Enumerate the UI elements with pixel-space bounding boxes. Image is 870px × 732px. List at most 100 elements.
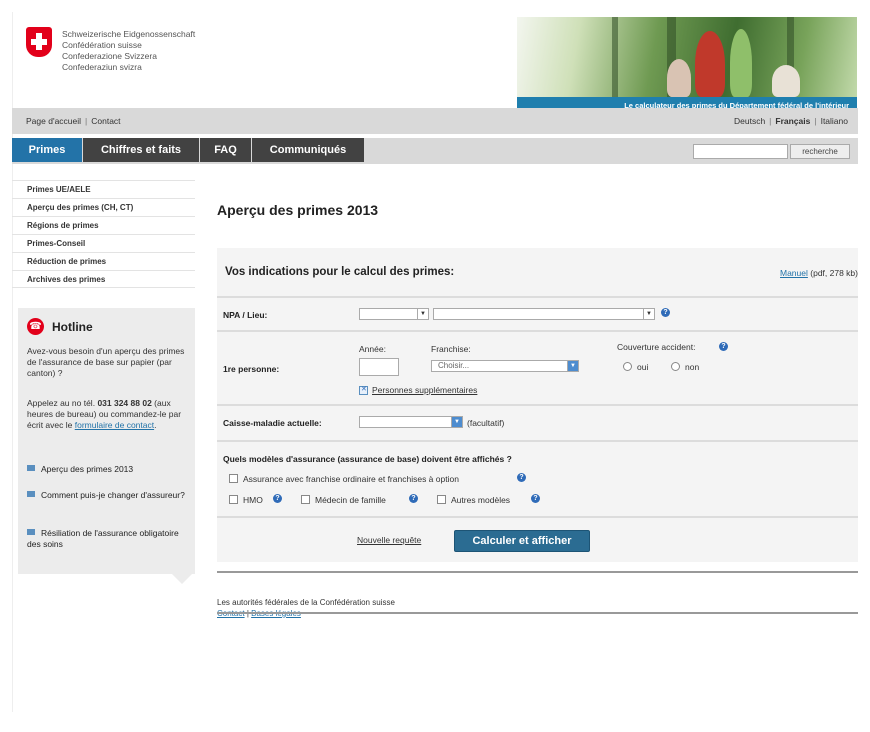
link-resiliation[interactable]: Résiliation de l'assurance obligatoire d… [27, 528, 179, 549]
tab-chiffres-et-faits[interactable]: Chiffres et faits [83, 138, 199, 162]
panel-title: Vos indications pour le calcul des prime… [225, 266, 455, 278]
lang-deutsch[interactable]: Deutsch [734, 116, 765, 126]
home-link[interactable]: Page d'accueil [26, 116, 81, 126]
confederation-it: Confederazione Svizzera [62, 51, 157, 61]
language-switcher: Deutsch | Français | Italiano [734, 116, 848, 126]
hmo-checkbox[interactable] [229, 495, 238, 504]
insurer-select[interactable]: ▼ [359, 416, 463, 428]
locality-select[interactable]: ▼ [433, 308, 655, 320]
header: Schweizerische Eidgenossenschaft Confédé… [12, 12, 858, 113]
banner-person [772, 65, 800, 97]
year-label: Année: [359, 344, 386, 354]
header-banner-image: Le calculateur des primes du Département… [517, 17, 857, 113]
other-models-checkbox[interactable] [437, 495, 446, 504]
confederation-fr: Confédération suisse [62, 40, 142, 50]
tab-communiques[interactable]: Communiqués [252, 138, 364, 162]
more-persons-toggle[interactable] [359, 385, 368, 395]
npa-select[interactable]: ▼ [359, 308, 429, 320]
call-prefix: Appelez au no tél. [27, 398, 96, 408]
footer: Les autorités fédérales de la Confédérat… [217, 597, 395, 619]
meta-bar: Page d'accueil | Contact Deutsch | Français |… [12, 108, 858, 134]
lang-francais[interactable]: Français [775, 116, 810, 126]
lang-italiano[interactable]: Italiano [821, 116, 848, 126]
chevron-down-icon: ▼ [643, 309, 654, 319]
person-label: 1re personne: [223, 364, 280, 374]
contact-form-link[interactable]: formulaire de contact [75, 420, 154, 430]
page-title: Aperçu des primes 2013 [217, 202, 379, 218]
hotline-box: ☎ Hotline Avez-vous besoin d'un aperçu d… [18, 308, 195, 574]
manual-info: Manuel (pdf, 278 kb) [780, 268, 858, 278]
chevron-down-icon: ▼ [451, 417, 462, 427]
search-input[interactable] [693, 144, 788, 159]
franchise-option-info-icon[interactable]: ? [517, 473, 526, 482]
period: . [154, 420, 157, 430]
new-request-link[interactable]: Nouvelle requête [357, 535, 421, 545]
document-icon [27, 491, 35, 497]
footer-divider [217, 612, 858, 614]
sidebar-nav: Primes UE/AELE Aperçu des primes (CH, CT… [12, 180, 195, 288]
contact-link[interactable]: Contact [91, 116, 120, 126]
other-models-info-icon[interactable]: ? [531, 494, 540, 503]
family-doctor-label: Médecin de famille [315, 495, 386, 505]
banner-person [667, 59, 691, 97]
confederation-name: Schweizerische Eidgenossenschaft Confédé… [62, 29, 195, 73]
manual-link[interactable]: Manuel [780, 268, 808, 278]
search-button[interactable]: recherche [790, 144, 850, 159]
coverage-no-radio[interactable] [671, 362, 680, 371]
hotline-intro: Avez-vous besoin d'un aperçu des primes … [27, 346, 185, 378]
footer-divider [217, 571, 858, 573]
other-models-label: Autres modèles [451, 495, 511, 505]
franchise-select[interactable]: Choisir... ▼ [431, 360, 579, 372]
separator: | [769, 116, 772, 126]
coverage-yes-radio[interactable] [623, 362, 632, 371]
more-persons-link[interactable]: Personnes supplémentaires [372, 385, 477, 395]
divider [217, 296, 858, 298]
hotline-title: Hotline [52, 320, 93, 334]
franchise-select-value: Choisir... [438, 361, 470, 370]
chevron-down-icon: ▼ [417, 309, 428, 319]
insurer-optional: (facultatif) [467, 418, 505, 428]
tab-faq[interactable]: FAQ [200, 138, 251, 162]
hotline-call-text: Appelez au no tél. 031 324 88 02 (aux he… [27, 398, 189, 431]
sidebar-item-apercu-des-primes[interactable]: Aperçu des primes (CH, CT) [12, 198, 195, 216]
franchise-option-label: Assurance avec franchise ordinaire et fr… [243, 474, 459, 484]
phone-icon: ☎ [27, 318, 44, 335]
hotline-link-apercu[interactable]: Aperçu des primes 2013 [27, 464, 192, 475]
swiss-cross-logo[interactable] [26, 27, 52, 57]
banner-person [730, 29, 752, 97]
confederation-rm: Confederaziun svizra [62, 62, 142, 72]
divider [217, 404, 858, 406]
npa-info-icon[interactable]: ? [661, 308, 670, 317]
confederation-de: Schweizerische Eidgenossenschaft [62, 29, 196, 39]
coverage-yes-label: oui [637, 362, 649, 372]
hotline-link-resiliation[interactable]: Résiliation de l'assurance obligatoire d… [27, 528, 192, 550]
hotline-link-changer[interactable]: Comment puis-je changer d'assureur? [27, 490, 192, 501]
divider [217, 440, 858, 442]
sidebar-item-reduction-de-primes[interactable]: Réduction de primes [12, 252, 195, 270]
link-changer-assureur[interactable]: Comment puis-je changer d'assureur? [41, 490, 185, 500]
document-icon [27, 529, 35, 535]
hotline-phone: 031 324 88 02 [97, 398, 152, 408]
divider [217, 516, 858, 518]
family-doctor-info-icon[interactable]: ? [409, 494, 418, 503]
sidebar-item-primes-ue-aele[interactable]: Primes UE/AELE [12, 180, 195, 198]
coverage-info-icon[interactable]: ? [719, 342, 728, 351]
sidebar-item-regions-de-primes[interactable]: Régions de primes [12, 216, 195, 234]
main-nav: Primes Chiffres et faits FAQ Communiqués… [12, 138, 858, 164]
insurer-label: Caisse-maladie actuelle: [223, 418, 322, 428]
link-apercu-2013[interactable]: Aperçu des primes 2013 [41, 464, 133, 474]
hmo-info-icon[interactable]: ? [273, 494, 282, 503]
tab-primes[interactable]: Primes [12, 138, 82, 162]
divider [217, 330, 858, 332]
franchise-label: Franchise: [431, 344, 471, 354]
banner-tree [612, 17, 618, 97]
franchise-option-checkbox[interactable] [229, 474, 238, 483]
family-doctor-checkbox[interactable] [301, 495, 310, 504]
separator: | [814, 116, 817, 126]
sidebar-item-archives-des-primes[interactable]: Archives des primes [12, 270, 195, 288]
calculate-button[interactable]: Calculer et afficher [454, 530, 590, 552]
separator: | [85, 116, 88, 126]
coverage-label: Couverture accident: [617, 342, 696, 352]
sidebar-item-primes-conseil[interactable]: Primes-Conseil [12, 234, 195, 252]
year-input[interactable] [359, 358, 399, 376]
